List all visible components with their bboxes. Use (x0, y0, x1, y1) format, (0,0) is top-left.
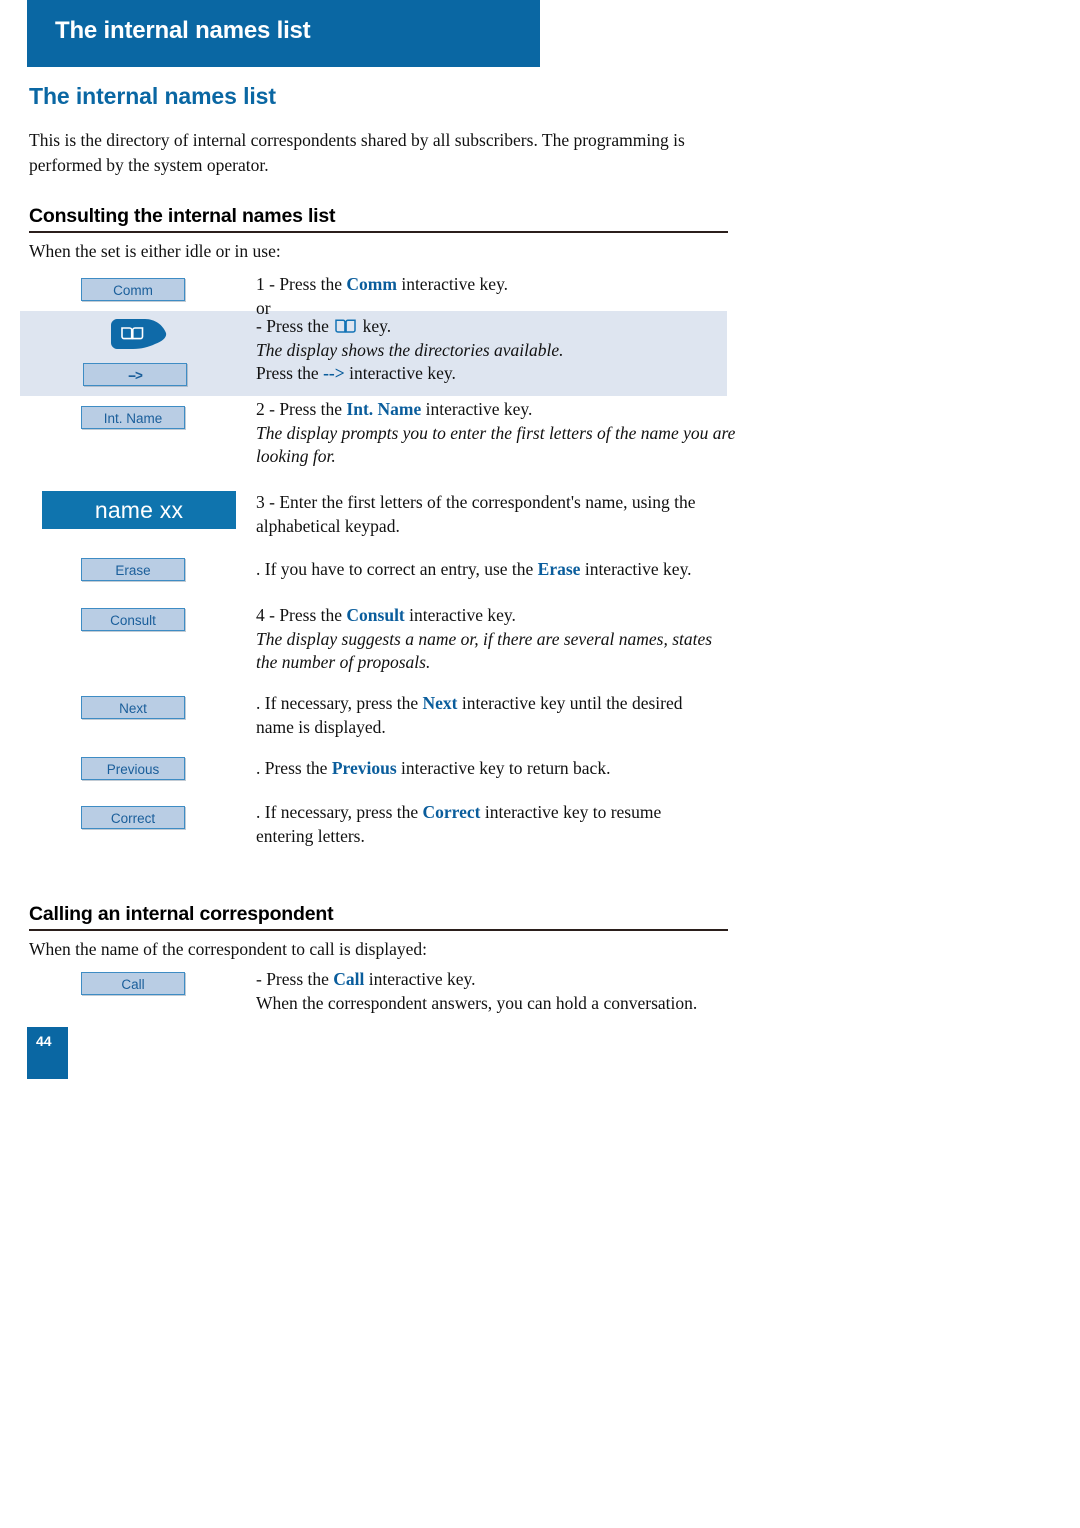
softkey-previous[interactable]: Previous (81, 757, 185, 780)
step-text-call-pre: - Press the (256, 969, 334, 989)
step-text-name-entry: 3 - Enter the first letters of the corre… (256, 492, 696, 536)
section-calling: Calling an internal correspondent When t… (29, 903, 728, 961)
intro-paragraph: This is the directory of internal corres… (29, 130, 685, 175)
header-banner-title: The internal names list (55, 17, 311, 44)
step-text-next-pre: . If necessary, press the (256, 693, 423, 713)
step-text-consult: 4 - Press the Consult interactive key. T… (256, 604, 736, 675)
step-text-consult-pre: 4 - Press the (256, 605, 347, 625)
step-text-previous-post: interactive key to return back. (396, 758, 611, 778)
step-text-erase-post: interactive key. (580, 559, 692, 579)
book-key-icon[interactable] (111, 319, 167, 351)
step-keyword-correct: Correct (422, 802, 481, 822)
step-text-arrow-post: interactive key. (344, 363, 456, 383)
step-text-erase: . If you have to correct an entry, use t… (256, 558, 746, 582)
step-text-next: . If necessary, press the Next interacti… (256, 692, 716, 739)
page-number-box: 44 (27, 1027, 68, 1079)
step-text-arrow-pre: Press the (256, 363, 324, 383)
book-icon (335, 318, 357, 335)
step-text-comm-pre: 1 - Press the (256, 274, 347, 294)
step-text-int-name-pre: 2 - Press the (256, 399, 347, 419)
step-keyword-next: Next (422, 693, 458, 713)
step-text-correct-pre: . If necessary, press the (256, 802, 423, 822)
page-number-label: 44 (36, 1033, 52, 1049)
display-name-field[interactable]: name xx (42, 491, 236, 529)
section-lead: When the set is either idle or in use: (29, 241, 281, 261)
softkey-next[interactable]: Next (81, 696, 185, 719)
softkey-consult[interactable]: Consult (81, 608, 185, 631)
softkey-erase[interactable]: Erase (81, 558, 185, 581)
step-keyword-comm: Comm (346, 274, 397, 294)
step-text-erase-pre: . If you have to correct an entry, use t… (256, 559, 538, 579)
step-keyword-previous: Previous (331, 758, 397, 778)
step-keyword-call: Call (333, 969, 365, 989)
step-keyword-int-name: Int. Name (346, 399, 422, 419)
step-text-previous: . Press the Previous interactive key to … (256, 757, 726, 781)
step-text-call-post: interactive key. (364, 969, 476, 989)
step-text-int-name-post: interactive key. (421, 399, 533, 419)
step-text-previous-pre: . Press the (256, 758, 332, 778)
section-consulting: Consulting the internal names list When … (29, 205, 728, 263)
header-banner: The internal names list (27, 0, 540, 67)
step-text-comm: 1 - Press the Comm interactive key. or (256, 273, 736, 320)
softkey-call[interactable]: Call (81, 972, 185, 995)
softkey-arrow[interactable]: --> (83, 363, 187, 386)
step-keyword-consult: Consult (346, 605, 405, 625)
step-text-correct: . If necessary, press the Correct intera… (256, 801, 696, 848)
softkey-comm[interactable]: Comm (81, 278, 185, 301)
step-text-book: - Press the key. The display shows the d… (256, 315, 736, 386)
step-keyword-erase: Erase (537, 559, 581, 579)
step-text-consult-post: interactive key. (404, 605, 516, 625)
section-heading: Consulting the internal names list (29, 205, 728, 233)
softkey-correct[interactable]: Correct (81, 806, 185, 829)
step-text-book-pre: - Press the (256, 316, 334, 336)
step-text-book-post: key. (358, 316, 392, 336)
page-title: The internal names list (29, 83, 276, 109)
step-text-int-name-italic: The display prompts you to enter the fir… (256, 422, 736, 467)
step-text-int-name: 2 - Press the Int. Name interactive key.… (256, 398, 736, 469)
step-text-consult-italic: The display suggests a name or, if there… (256, 628, 713, 673)
softkey-int-name[interactable]: Int. Name (81, 406, 185, 429)
step-text-call: - Press the Call interactive key. When t… (256, 968, 736, 1015)
step-text-book-italic: The display shows the directories availa… (256, 339, 564, 360)
step-keyword-arrow: --> (323, 363, 345, 383)
section-heading: Calling an internal correspondent (29, 903, 728, 931)
section-lead: When the name of the correspondent to ca… (29, 939, 427, 959)
step-text-comm-post: interactive key. (396, 274, 509, 294)
step-text-call-line2: When the correspondent answers, you can … (256, 992, 698, 1013)
